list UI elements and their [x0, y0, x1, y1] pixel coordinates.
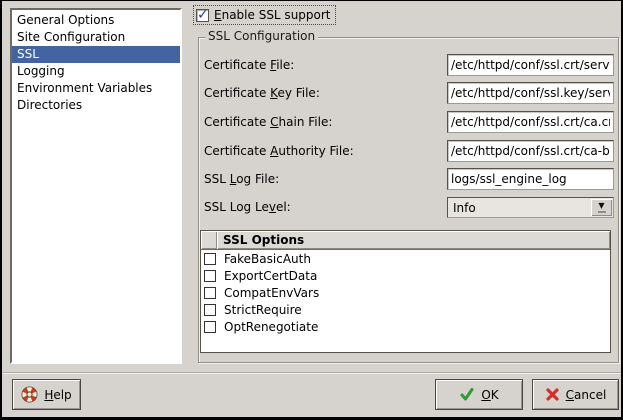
ssl-log-level-label: SSL Log Level:	[204, 196, 291, 218]
option-label: OptRenegotiate	[224, 320, 318, 334]
option-label: StrictRequire	[224, 303, 302, 317]
certificate-file-input[interactable]	[447, 54, 614, 76]
ssl-log-level-dropdown[interactable]: Info ▼	[447, 197, 614, 218]
checkbox-column-header[interactable]	[201, 231, 217, 250]
certificate-key-file-label: Certificate Key File:	[204, 82, 320, 104]
enable-ssl-checkbox-row[interactable]: Enable SSL support	[194, 6, 335, 24]
lifebuoy-help-icon	[21, 386, 38, 403]
ssl-log-level-value: Info	[448, 201, 591, 215]
ssl-options-column-header[interactable]: SSL Options	[217, 231, 610, 250]
sidebar-item-ssl[interactable]: SSL	[12, 46, 180, 63]
sidebar-item-general-options[interactable]: General Options	[12, 12, 180, 29]
fakebasicauth-checkbox[interactable]	[204, 253, 216, 265]
table-row[interactable]: CompatEnvVars	[201, 284, 610, 301]
certificate-chain-file-input[interactable]	[447, 111, 614, 133]
strictrequire-checkbox[interactable]	[204, 304, 216, 316]
certificate-chain-file-label: Certificate Chain File:	[204, 111, 332, 133]
table-row[interactable]: OptRenegotiate	[201, 318, 610, 335]
certificate-key-file-input[interactable]	[447, 82, 614, 104]
dropdown-dash	[598, 211, 606, 213]
cancel-button-label: Cancel	[566, 388, 607, 402]
certificate-authority-file-label: Certificate Authority File:	[204, 140, 354, 162]
help-button[interactable]: Help	[12, 379, 81, 410]
sidebar-item-directories[interactable]: Directories	[12, 97, 180, 114]
table-row[interactable]: StrictRequire	[201, 301, 610, 318]
x-icon	[545, 387, 560, 402]
category-list: General Options Site Configuration SSL L…	[10, 8, 182, 364]
enable-ssl-label: Enable SSL support	[214, 8, 331, 22]
exportcertdata-checkbox[interactable]	[204, 270, 216, 282]
option-label: CompatEnvVars	[224, 286, 319, 300]
ssl-options-table: SSL Options FakeBasicAuth ExportCertData…	[200, 230, 611, 353]
ssl-options-header-row: SSL Options	[201, 231, 610, 250]
compatenvvars-checkbox[interactable]	[204, 287, 216, 299]
sidebar-item-logging[interactable]: Logging	[12, 63, 180, 80]
option-label: ExportCertData	[224, 269, 317, 283]
enable-ssl-checkbox[interactable]	[196, 9, 209, 22]
table-row[interactable]: FakeBasicAuth	[201, 250, 610, 267]
certificate-authority-file-input[interactable]	[447, 140, 614, 162]
ok-button-label: OK	[481, 388, 498, 402]
ssl-log-file-input[interactable]	[447, 168, 614, 190]
check-icon	[459, 387, 475, 402]
sidebar-item-site-configuration[interactable]: Site Configuration	[12, 29, 180, 46]
ok-button[interactable]: OK	[435, 379, 523, 410]
bottom-separator	[2, 372, 621, 374]
certificate-file-label: Certificate File:	[204, 54, 294, 76]
cancel-button[interactable]: Cancel	[532, 379, 619, 410]
chevron-down-icon: ▼	[598, 202, 604, 209]
optrenegotiate-checkbox[interactable]	[204, 321, 216, 333]
table-row[interactable]: ExportCertData	[201, 267, 610, 284]
sidebar-item-environment-variables[interactable]: Environment Variables	[12, 80, 180, 97]
frame-title: SSL Configuration	[205, 29, 318, 43]
ssl-log-file-label: SSL Log File:	[204, 168, 279, 190]
dropdown-arrow-button[interactable]: ▼	[591, 199, 612, 216]
option-label: FakeBasicAuth	[224, 252, 311, 266]
ssl-config-window: General Options Site Configuration SSL L…	[0, 0, 623, 420]
help-button-label: Help	[44, 388, 71, 402]
